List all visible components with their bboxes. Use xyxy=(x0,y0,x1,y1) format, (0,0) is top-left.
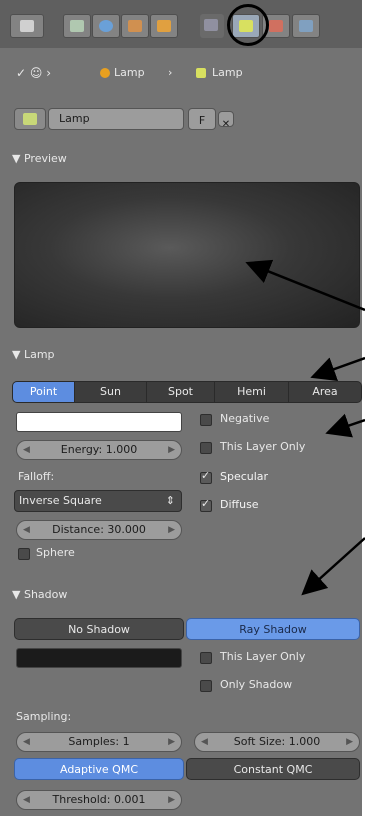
lamp-name-field[interactable]: Lamp xyxy=(48,108,184,130)
render-layers-icon xyxy=(20,20,34,32)
falloff-dropdown[interactable]: Inverse Square ⇕ xyxy=(14,490,182,512)
lamp-title: Lamp xyxy=(23,348,55,361)
increment-arrow-icon[interactable]: ▶ xyxy=(168,521,175,539)
decrement-arrow-icon[interactable]: ◀ xyxy=(23,791,30,809)
preview-title: Preview xyxy=(23,152,67,165)
arrow-to-lamp-type xyxy=(310,356,365,381)
preview-header[interactable]: ▼ Preview xyxy=(12,152,67,165)
highlight-circle xyxy=(227,4,269,46)
soft-size-slider[interactable]: ◀ Soft Size: 1.000 ▶ xyxy=(194,732,360,752)
constraints-icon xyxy=(157,20,171,32)
modifiers-icon xyxy=(204,19,218,31)
decrement-arrow-icon[interactable]: ◀ xyxy=(23,733,30,751)
lamp-data-small-icon xyxy=(196,68,206,78)
increment-arrow-icon[interactable]: ▶ xyxy=(346,733,353,751)
lamp-type-selector: Point Sun Spot Hemi Area xyxy=(12,381,362,403)
object-icon xyxy=(128,20,142,32)
lamp-color-swatch[interactable] xyxy=(16,412,182,432)
distance-slider[interactable]: ◀ Distance: 30.000 ▶ xyxy=(16,520,182,540)
lamp-type-hemi[interactable]: Hemi xyxy=(215,382,289,402)
properties-tab-bar xyxy=(0,0,365,48)
shadow-color-swatch[interactable] xyxy=(16,648,182,668)
properties-panel: ✓ ☺ › Lamp › Lamp Lamp F ✕ ▼ Preview ▼ L… xyxy=(0,0,365,816)
decrement-arrow-icon[interactable]: ◀ xyxy=(201,733,208,751)
specular-label: Specular xyxy=(220,470,269,483)
negative-checkbox[interactable] xyxy=(200,414,212,426)
scene-icon xyxy=(70,20,84,32)
threshold-value: Threshold: 0.001 xyxy=(52,793,146,806)
diffuse-checkbox[interactable] xyxy=(200,497,212,512)
only-shadow-checkbox[interactable] xyxy=(200,680,212,692)
threshold-slider[interactable]: ◀ Threshold: 0.001 ▶ xyxy=(16,790,182,810)
diffuse-label: Diffuse xyxy=(220,498,259,511)
samples-slider[interactable]: ◀ Samples: 1 ▶ xyxy=(16,732,182,752)
lamp-type-point[interactable]: Point xyxy=(13,382,75,402)
unlink-button[interactable]: ✕ xyxy=(218,111,234,130)
shadow-layer-checkbox[interactable] xyxy=(200,652,212,664)
no-shadow-button[interactable]: No Shadow xyxy=(14,618,184,640)
only-shadow-label: Only Shadow xyxy=(220,678,293,691)
arrow-to-shadow xyxy=(301,537,365,596)
lamp-type-area[interactable]: Area xyxy=(289,382,361,402)
this-layer-only-label: This Layer Only xyxy=(220,440,306,453)
negative-label: Negative xyxy=(220,412,270,425)
tab-world[interactable] xyxy=(92,14,120,38)
decrement-arrow-icon[interactable]: ◀ xyxy=(23,441,30,459)
samples-value: Samples: 1 xyxy=(68,735,130,748)
lamp-type-spot[interactable]: Spot xyxy=(147,382,215,402)
specular-checkbox[interactable] xyxy=(200,469,212,484)
tab-constraints[interactable] xyxy=(150,14,178,38)
increment-arrow-icon[interactable]: ▶ xyxy=(168,791,175,809)
texture-icon xyxy=(269,20,283,32)
constant-qmc-button[interactable]: Constant QMC xyxy=(186,758,360,780)
arrow-to-lamp-options xyxy=(325,413,365,438)
tab-modifiers[interactable] xyxy=(200,14,224,38)
tab-physics[interactable] xyxy=(292,14,320,38)
fake-user-button[interactable]: F xyxy=(188,108,216,130)
breadcrumb-separator: › xyxy=(168,66,173,79)
sphere-label: Sphere xyxy=(36,546,75,559)
ray-shadow-button[interactable]: Ray Shadow xyxy=(186,618,360,640)
this-layer-only-checkbox[interactable] xyxy=(200,442,212,454)
sphere-checkbox[interactable] xyxy=(18,548,30,560)
falloff-value: Inverse Square xyxy=(19,494,102,507)
fake-user-label: F xyxy=(198,114,206,127)
close-icon: ✕ xyxy=(221,119,231,130)
shadow-title: Shadow xyxy=(23,588,68,601)
context-breadcrumb: ✓ ☺ › Lamp › Lamp xyxy=(0,58,365,88)
lamp-browse-icon xyxy=(23,113,37,125)
distance-value: Distance: 30.000 xyxy=(52,523,146,536)
shadow-this-layer-only-label: This Layer Only xyxy=(220,650,306,663)
world-icon xyxy=(99,20,113,32)
tab-render-layers[interactable] xyxy=(10,14,44,38)
increment-arrow-icon[interactable]: ▶ xyxy=(168,733,175,751)
increment-arrow-icon[interactable]: ▶ xyxy=(168,441,175,459)
breadcrumb-object[interactable]: Lamp xyxy=(114,66,145,79)
soft-size-value: Soft Size: 1.000 xyxy=(233,735,321,748)
decrement-arrow-icon[interactable]: ◀ xyxy=(23,521,30,539)
tab-scene[interactable] xyxy=(63,14,91,38)
energy-slider[interactable]: ◀ Energy: 1.000 ▶ xyxy=(16,440,182,460)
breadcrumb-data[interactable]: Lamp xyxy=(212,66,243,79)
pin-icon[interactable]: ✓ ☺ › xyxy=(16,66,51,80)
lamp-header[interactable]: ▼ Lamp xyxy=(12,348,55,361)
sampling-label: Sampling: xyxy=(16,710,72,723)
lamp-preview-image xyxy=(14,182,360,328)
datablock-selector: Lamp F ✕ xyxy=(0,102,365,138)
physics-icon xyxy=(299,20,313,32)
lamp-name-value: Lamp xyxy=(59,112,90,125)
shadow-header[interactable]: ▼ Shadow xyxy=(12,588,67,601)
energy-value: Energy: 1.000 xyxy=(60,443,138,456)
lamp-type-sun[interactable]: Sun xyxy=(75,382,147,402)
updown-icon: ⇕ xyxy=(165,494,175,507)
tab-object[interactable] xyxy=(121,14,149,38)
browse-lamp-button[interactable] xyxy=(14,108,46,130)
falloff-label: Falloff: xyxy=(18,470,55,483)
adaptive-qmc-button[interactable]: Adaptive QMC xyxy=(14,758,184,780)
lamp-object-icon xyxy=(100,68,110,78)
